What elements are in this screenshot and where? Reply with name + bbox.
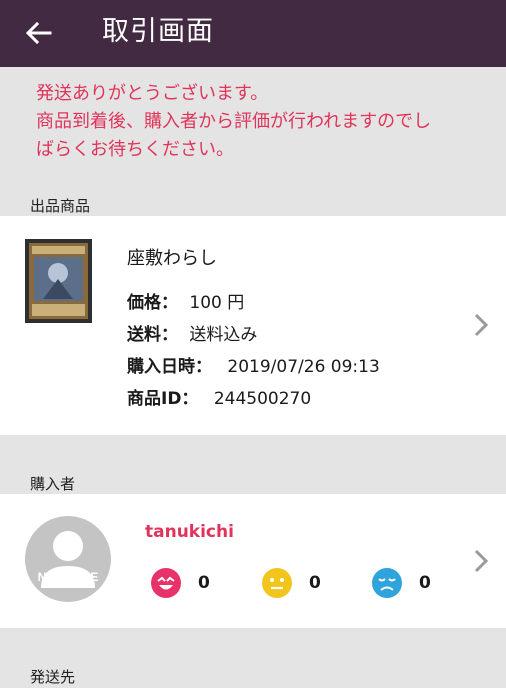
rating-neutral-count: 0 bbox=[309, 573, 321, 593]
shipping-notice: 発送ありがとうございます。 商品到着後、購入者から評価が行われますのでし ばらく… bbox=[36, 80, 486, 164]
shipping-destination-label: 発送先 bbox=[30, 668, 76, 686]
rating-good: 0 bbox=[150, 567, 210, 599]
product-id-label: 商品ID： bbox=[127, 389, 199, 409]
user-silhouette-icon bbox=[41, 531, 95, 588]
product-chevron-icon[interactable] bbox=[472, 312, 490, 338]
product-section-label: 出品商品 bbox=[30, 197, 91, 215]
trading-card-image-icon bbox=[25, 239, 92, 323]
no-image-label: NO IMAGE bbox=[37, 570, 99, 584]
shipping-fee-row: 送料： 送料込み bbox=[127, 320, 257, 345]
rating-neutral: 0 bbox=[261, 567, 321, 599]
product-name: 座敷わらし bbox=[127, 248, 217, 269]
product-id-value: 244500270 bbox=[213, 389, 312, 409]
buyer-chevron-icon[interactable] bbox=[472, 548, 490, 574]
price-value: 100 円 bbox=[189, 293, 245, 313]
neutral-face-icon bbox=[262, 568, 292, 598]
back-arrow-icon bbox=[26, 22, 52, 44]
page-title: 取引画面 bbox=[102, 16, 214, 47]
rating-bad-count: 0 bbox=[419, 573, 431, 593]
avatar[interactable]: NO IMAGE bbox=[25, 516, 111, 602]
rating-good-count: 0 bbox=[198, 573, 210, 593]
shipping-destination-card[interactable] bbox=[0, 688, 506, 700]
purchase-date-label: 購入日時： bbox=[127, 357, 212, 377]
price-row: 価格： 100 円 bbox=[127, 288, 244, 313]
rating-bad: 0 bbox=[371, 567, 431, 599]
product-thumbnail[interactable] bbox=[25, 239, 92, 323]
app-bar: 取引画面 bbox=[0, 0, 506, 67]
buyer-name[interactable]: tanukichi bbox=[145, 522, 234, 542]
notice-line: ばらくお待ちください。 bbox=[36, 139, 234, 160]
buyer-card[interactable]: NO IMAGE tanukichi 0 0 0 bbox=[0, 494, 506, 628]
product-id-row: 商品ID： 244500270 bbox=[127, 384, 311, 409]
price-label: 価格： bbox=[127, 293, 178, 313]
notice-line: 発送ありがとうございます。 bbox=[36, 83, 269, 104]
purchase-date-row: 購入日時： 2019/07/26 09:13 bbox=[127, 352, 380, 377]
shipping-fee-value: 送料込み bbox=[189, 325, 258, 345]
buyer-section-label: 購入者 bbox=[30, 475, 76, 493]
sad-face-icon bbox=[372, 568, 402, 598]
purchase-date-value: 2019/07/26 09:13 bbox=[227, 357, 380, 377]
happy-face-icon bbox=[151, 568, 181, 598]
back-button[interactable] bbox=[22, 18, 56, 48]
notice-line: 商品到着後、購入者から評価が行われますのでし bbox=[36, 111, 432, 132]
shipping-fee-label: 送料： bbox=[127, 325, 178, 345]
product-card[interactable]: 座敷わらし 価格： 100 円 送料： 送料込み 購入日時： 2019/07/2… bbox=[0, 216, 506, 435]
